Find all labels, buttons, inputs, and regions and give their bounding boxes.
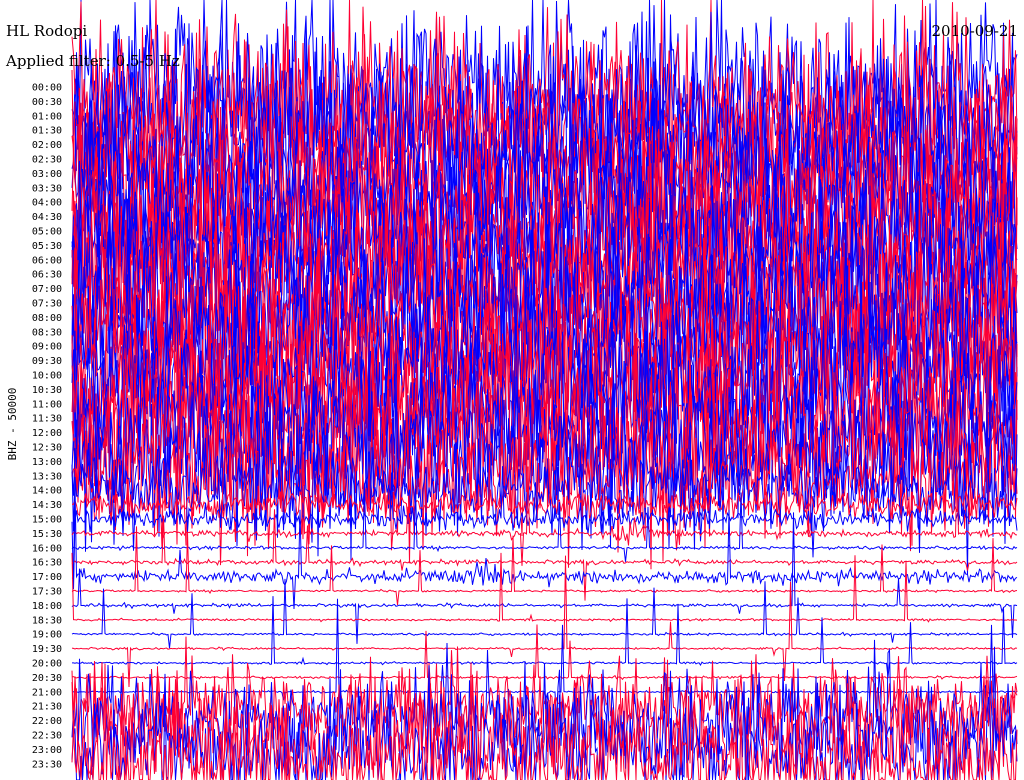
time-label: 05:00 bbox=[32, 227, 62, 238]
station-title: HL Rodopi bbox=[6, 22, 87, 40]
time-label: 18:30 bbox=[32, 615, 62, 626]
time-label: 04:30 bbox=[32, 212, 62, 223]
time-label: 19:30 bbox=[32, 644, 62, 655]
time-label: 08:00 bbox=[32, 313, 62, 324]
channel-axis-label: BHZ - 50000 bbox=[6, 388, 19, 461]
time-label: 09:00 bbox=[32, 342, 62, 353]
time-label: 09:30 bbox=[32, 356, 62, 367]
time-label: 16:00 bbox=[32, 543, 62, 554]
helicorder-plot: 00:00 00:30 01:00 01:30 02:00 02:30 03:00 03:30… bbox=[0, 0, 1024, 780]
time-label: 12:00 bbox=[32, 428, 62, 439]
time-label: 11:00 bbox=[32, 399, 62, 410]
time-label: 04:00 bbox=[32, 198, 62, 209]
time-label: 21:00 bbox=[32, 687, 62, 698]
date-label: 2010-09-21 bbox=[932, 22, 1018, 40]
time-label: 12:30 bbox=[32, 443, 62, 454]
time-label: 07:00 bbox=[32, 284, 62, 295]
time-label: 17:30 bbox=[32, 587, 62, 598]
time-label: 06:00 bbox=[32, 255, 62, 266]
time-label: 15:30 bbox=[32, 529, 62, 540]
time-label: 15:00 bbox=[32, 515, 62, 526]
time-label: 10:00 bbox=[32, 371, 62, 382]
time-label: 07:30 bbox=[32, 299, 62, 310]
time-label: 16:30 bbox=[32, 558, 62, 569]
time-label: 22:30 bbox=[32, 731, 62, 742]
time-label: 23:00 bbox=[32, 745, 62, 756]
time-label: 00:00 bbox=[32, 83, 62, 94]
time-label: 13:30 bbox=[32, 471, 62, 482]
time-label: 21:30 bbox=[32, 702, 62, 713]
time-label: 06:30 bbox=[32, 270, 62, 281]
time-label: 20:00 bbox=[32, 659, 62, 670]
time-label: 01:00 bbox=[32, 111, 62, 122]
time-label: 08:30 bbox=[32, 327, 62, 338]
time-label: 02:00 bbox=[32, 140, 62, 151]
time-label: 22:00 bbox=[32, 716, 62, 727]
time-label: 00:30 bbox=[32, 97, 62, 108]
time-label: 17:00 bbox=[32, 572, 62, 583]
time-label: 11:30 bbox=[32, 414, 62, 425]
time-label: 18:00 bbox=[32, 601, 62, 612]
time-label: 05:30 bbox=[32, 241, 62, 252]
time-label: 02:30 bbox=[32, 155, 62, 166]
time-label: 10:30 bbox=[32, 385, 62, 396]
time-label: 13:00 bbox=[32, 457, 62, 468]
time-label: 23:30 bbox=[32, 759, 62, 770]
time-label: 20:30 bbox=[32, 673, 62, 684]
time-label: 14:00 bbox=[32, 486, 62, 497]
time-label: 03:30 bbox=[32, 183, 62, 194]
time-label: 14:30 bbox=[32, 500, 62, 511]
time-label: 03:00 bbox=[32, 169, 62, 180]
filter-subtitle: Applied filter: 0.5-5 Hz bbox=[5, 52, 180, 70]
time-label: 01:30 bbox=[32, 126, 62, 137]
time-label: 19:00 bbox=[32, 630, 62, 641]
